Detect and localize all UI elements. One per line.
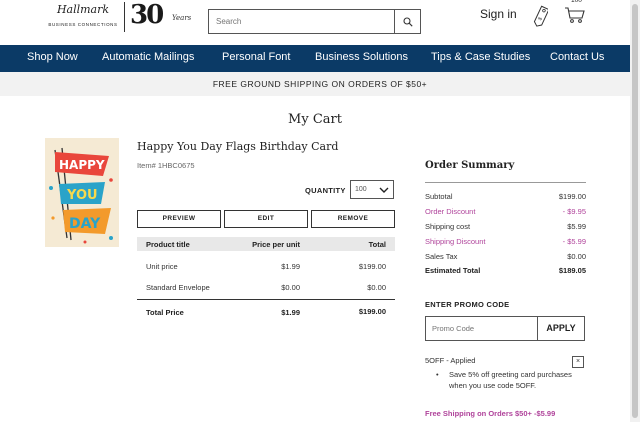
summary-shipping-cost: Shipping cost $5.99 — [425, 222, 586, 234]
bullet-icon: • — [436, 370, 439, 379]
chevron-down-icon — [379, 187, 389, 193]
summary-divider — [425, 182, 586, 183]
apply-button[interactable]: APPLY — [537, 317, 584, 340]
site-header: Hallmark BUSINESS CONNECTIONS 30 Years S… — [0, 0, 640, 45]
summary-order-discount: Order Discount - $9.95 — [425, 207, 586, 219]
nav-personal-font[interactable]: Personal Font — [222, 51, 290, 63]
total-price-title: Total Price — [146, 308, 184, 317]
svg-text:$: $ — [537, 16, 544, 22]
promo-code-input[interactable] — [426, 317, 538, 340]
summary-estimated-total: Estimated Total $189.05 — [425, 266, 586, 278]
search-input[interactable] — [209, 10, 394, 33]
row-envelope-total: $0.00 — [367, 283, 386, 292]
card-artwork: HAPPY YOU DAY — [45, 138, 119, 247]
row-unit-price-total: $199.00 — [358, 262, 386, 271]
col-total: Total — [368, 240, 386, 249]
summary-subtotal-label: Subtotal — [425, 192, 453, 201]
logo-divider — [124, 2, 125, 32]
applied-promo-title: 5OFF - Applied — [425, 356, 476, 365]
item-number: Item# 1HBC0675 — [137, 161, 195, 170]
nav-automatic-mailings[interactable]: Automatic Mailings — [102, 51, 194, 63]
row-envelope-price: $0.00 — [281, 283, 300, 292]
summary-estimated-total-value: $189.05 — [558, 266, 586, 275]
nav-business-solutions[interactable]: Business Solutions — [315, 51, 408, 63]
free-shipping-line: Free Shipping on Orders $50+ -$5.99 — [425, 409, 556, 418]
summary-shipping-discount-label: Shipping Discount — [425, 237, 486, 246]
summary-estimated-total-label: Estimated Total — [425, 266, 481, 275]
summary-sales-tax-label: Sales Tax — [425, 252, 458, 261]
row-unit-price-price: $1.99 — [281, 262, 300, 271]
page-title: My Cart — [288, 112, 342, 127]
col-product-title: Product title — [146, 240, 190, 249]
hallmark-logo[interactable]: Hallmark BUSINESS CONNECTIONS — [44, 4, 122, 32]
order-summary-title: Order Summary — [425, 160, 515, 171]
price-tag-icon[interactable]: $ — [530, 4, 548, 28]
summary-shipping-cost-value: $5.99 — [567, 222, 586, 231]
nav-tips-case-studies[interactable]: Tips & Case Studies — [431, 51, 530, 63]
search-box — [208, 9, 421, 34]
edit-button[interactable]: EDIT — [224, 210, 308, 228]
summary-shipping-discount: Shipping Discount - $5.99 — [425, 237, 586, 249]
nav-contact-us[interactable]: Contact Us — [550, 51, 604, 63]
summary-sales-tax: Sales Tax $0.00 — [425, 252, 586, 264]
main-nav: Shop Now Automatic Mailings Personal Fon… — [0, 45, 640, 72]
quantity-select[interactable]: 100 — [350, 180, 394, 199]
preview-button[interactable]: PREVIEW — [137, 210, 221, 228]
brand-sub: BUSINESS CONNECTIONS — [48, 22, 118, 27]
summary-shipping-cost-label: Shipping cost — [425, 222, 471, 231]
card-word-2: YOU — [66, 188, 98, 203]
applied-promo-detail: • Save 5% off greeting card purchases wh… — [436, 369, 576, 391]
summary-order-discount-label: Order Discount — [425, 207, 476, 216]
card-word-1: HAPPY — [59, 158, 105, 172]
col-price-per-unit: Price per unit — [252, 240, 300, 249]
shipping-banner: FREE GROUND SHIPPING ON ORDERS OF $50+ — [0, 72, 640, 96]
summary-subtotal: Subtotal $199.00 — [425, 192, 586, 204]
signin-link[interactable]: Sign in — [480, 7, 517, 21]
total-price-unit: $1.99 — [281, 308, 300, 317]
remove-button[interactable]: REMOVE — [311, 210, 395, 228]
total-price-total: $199.00 — [358, 307, 386, 316]
applied-promo-text: Save 5% off greeting card purchases when… — [449, 370, 572, 390]
summary-subtotal-value: $199.00 — [558, 192, 586, 201]
row-unit-price-title: Unit price — [146, 262, 178, 271]
row-envelope-title: Standard Envelope — [146, 283, 210, 292]
brand-name: Hallmark — [56, 3, 110, 16]
anniversary-number: 30 — [130, 0, 164, 30]
nav-shop-now[interactable]: Shop Now — [27, 51, 78, 63]
remove-promo-button[interactable]: × — [572, 356, 584, 368]
summary-sales-tax-value: $0.00 — [567, 252, 586, 261]
search-button[interactable] — [394, 10, 420, 33]
quantity-label: QUANTITY — [305, 186, 346, 195]
product-image[interactable]: HAPPY YOU DAY — [45, 138, 119, 247]
summary-order-discount-value: - $9.95 — [562, 207, 586, 216]
scrollbar-thumb[interactable] — [632, 4, 638, 418]
cart-icon[interactable] — [564, 4, 586, 24]
card-word-3: DAY — [69, 216, 101, 232]
table-divider — [137, 299, 395, 300]
promo-code-box: APPLY — [425, 316, 585, 341]
promo-heading: ENTER PROMO CODE — [425, 300, 510, 309]
quantity-value: 100 — [355, 186, 367, 193]
search-icon — [402, 16, 413, 27]
summary-shipping-discount-value: - $5.99 — [562, 237, 586, 246]
product-title[interactable]: Happy You Day Flags Birthday Card — [137, 140, 338, 153]
anniversary-text: Years — [172, 14, 192, 22]
